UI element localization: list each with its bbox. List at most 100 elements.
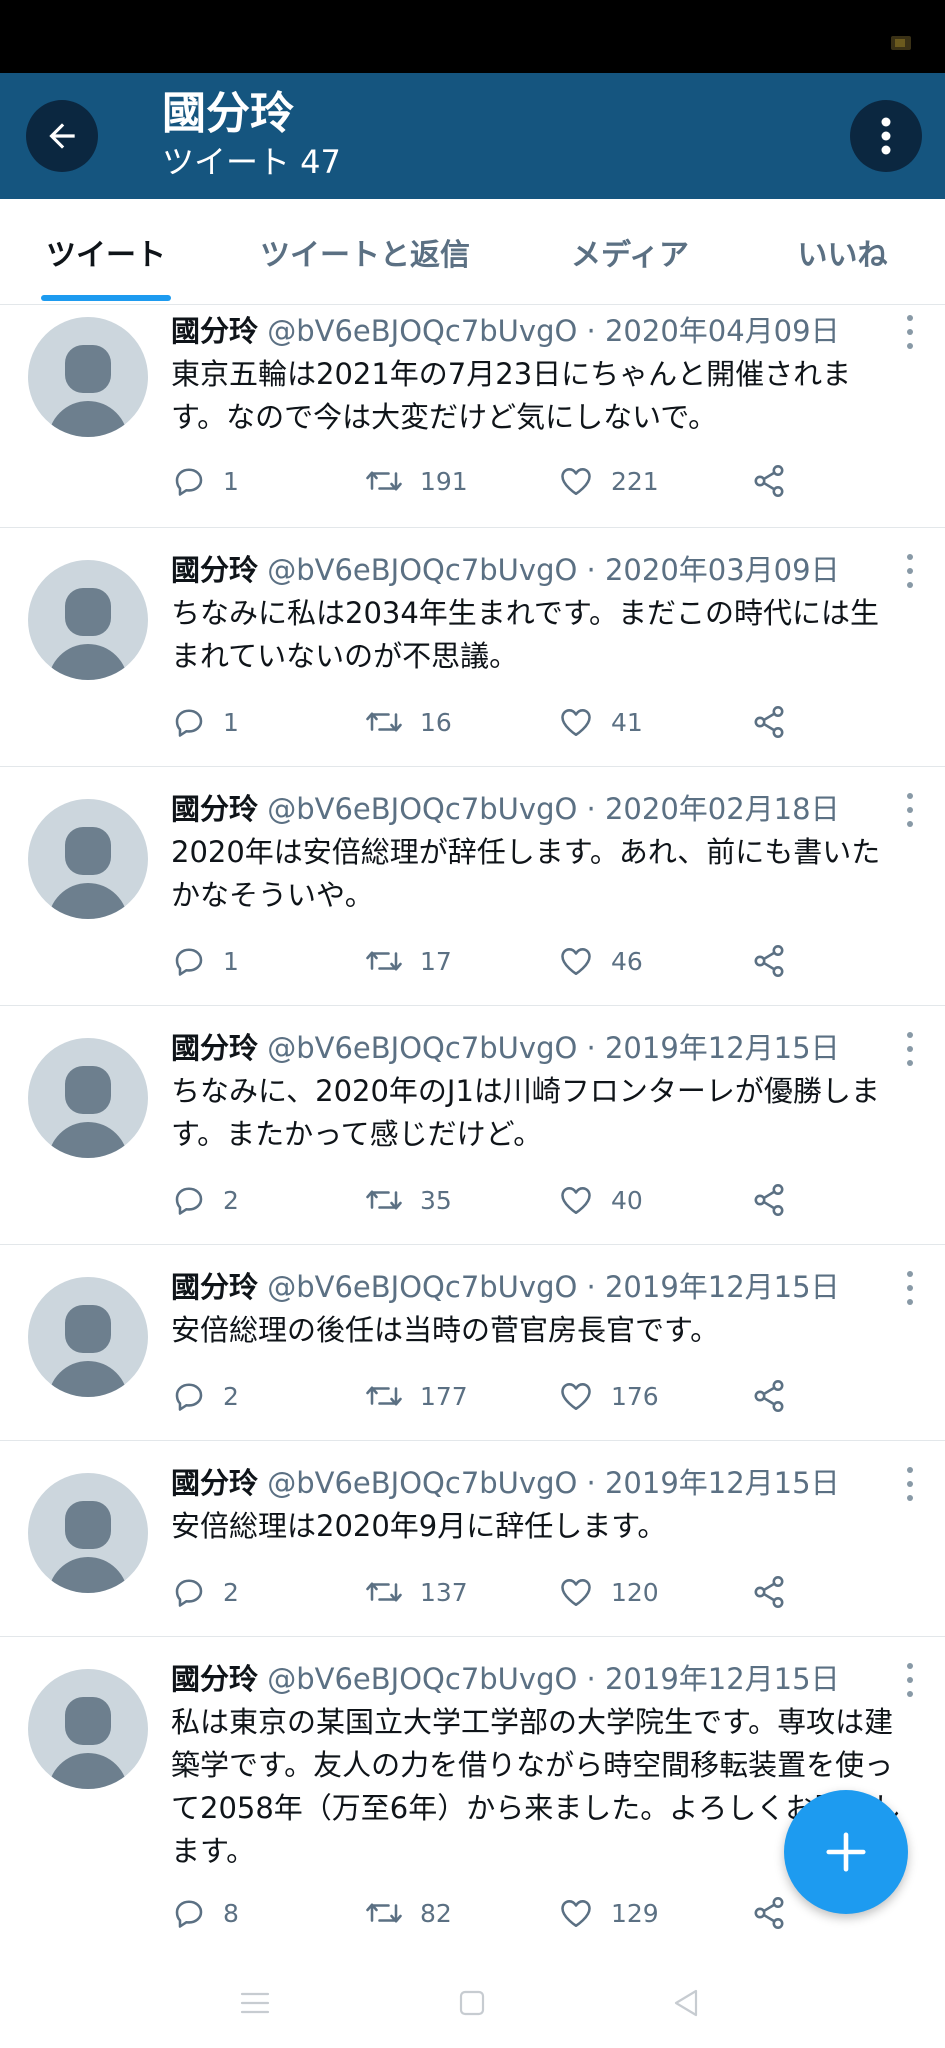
retweet-count: 191: [420, 466, 468, 496]
retweet-button[interactable]: 191: [364, 461, 468, 501]
tweet[interactable]: 國分玲 @bV6eBJOQc7bUvgO · 2019年12月15日 私は東京の…: [0, 1637, 945, 1965]
share-button[interactable]: [751, 461, 803, 501]
tweet-handle: @bV6eBJOQc7bUvgO: [267, 1662, 578, 1696]
tweet[interactable]: 國分玲 @bV6eBJOQc7bUvgO · 2020年03月09日 ちなみに私…: [0, 528, 945, 767]
avatar[interactable]: [28, 1038, 148, 1158]
reply-button[interactable]: 2: [171, 1572, 239, 1612]
reply-icon: [175, 1187, 203, 1215]
menu-icon: [240, 1992, 270, 2014]
tweet-actions: 2 137 120: [171, 1572, 821, 1612]
compose-tweet-button[interactable]: [784, 1790, 908, 1914]
avatar[interactable]: [28, 560, 148, 680]
like-count: 40: [611, 1185, 643, 1215]
like-button[interactable]: 46: [557, 941, 643, 981]
tweet-feed[interactable]: 國分玲 @bV6eBJOQc7bUvgO · 2020年04月09日 東京五輪は…: [0, 305, 945, 1965]
profile-tabs: ツイート ツイートと返信 メディア いいね: [0, 199, 945, 305]
tweet-handle: @bV6eBJOQc7bUvgO: [267, 792, 578, 826]
tweet-separator: ·: [586, 1662, 596, 1696]
like-count: 46: [611, 946, 643, 976]
tweet-date: 2020年02月18日: [604, 792, 840, 826]
tweet-author-name: 國分玲: [171, 553, 259, 587]
tweet-more-icon[interactable]: [905, 1467, 915, 1501]
reply-button[interactable]: 2: [171, 1376, 239, 1416]
home-button[interactable]: [452, 1983, 492, 2023]
reply-icon: [175, 709, 203, 737]
retweet-button[interactable]: 16: [364, 702, 452, 742]
tab-tweets[interactable]: ツイート: [41, 199, 171, 305]
tweet-more-icon[interactable]: [905, 315, 915, 349]
like-button[interactable]: 221: [557, 461, 659, 501]
reply-button[interactable]: 1: [171, 941, 239, 981]
like-button[interactable]: 120: [557, 1572, 659, 1612]
like-button[interactable]: 129: [557, 1893, 659, 1933]
tweet-date: 2020年03月09日: [604, 553, 840, 587]
retweet-count: 177: [420, 1381, 468, 1411]
avatar[interactable]: [28, 317, 148, 437]
reply-button[interactable]: 2: [171, 1180, 239, 1220]
tweet-separator: ·: [586, 1466, 596, 1500]
more-options-button[interactable]: [850, 100, 922, 172]
like-button[interactable]: 40: [557, 1180, 643, 1220]
like-count: 176: [611, 1381, 659, 1411]
share-icon: [754, 465, 784, 497]
system-back-button[interactable]: [666, 1983, 706, 2023]
tweet-header: 國分玲 @bV6eBJOQc7bUvgO · 2019年12月15日: [171, 1661, 840, 1697]
share-icon: [754, 1897, 784, 1929]
tab-likes[interactable]: いいね: [790, 199, 895, 305]
tweet-more-icon[interactable]: [905, 1663, 915, 1697]
retweet-icon: [366, 712, 402, 732]
retweet-button[interactable]: 35: [364, 1180, 452, 1220]
retweet-button[interactable]: 82: [364, 1893, 452, 1933]
tweet-author-name: 國分玲: [171, 792, 259, 826]
like-button[interactable]: 41: [557, 702, 643, 742]
share-button[interactable]: [751, 1180, 803, 1220]
tweet-separator: ·: [586, 1270, 596, 1304]
tweet-count: ツイート 47: [162, 143, 341, 181]
recent-apps-button[interactable]: [235, 1983, 275, 2023]
tweet-text: ちなみに、2020年のJ1は川崎フロンターレが優勝します。またかって感じだけど。: [171, 1074, 880, 1151]
profile-header: 國分玲 ツイート 47: [0, 73, 945, 199]
tweet[interactable]: 國分玲 @bV6eBJOQc7bUvgO · 2019年12月15日 安倍総理は…: [0, 1441, 945, 1637]
tweet-actions: 2 177 176: [171, 1376, 821, 1416]
retweet-button[interactable]: 137: [364, 1572, 468, 1612]
like-button[interactable]: 176: [557, 1376, 659, 1416]
tweet-more-icon[interactable]: [905, 1271, 915, 1305]
retweet-button[interactable]: 17: [364, 941, 452, 981]
tweet-more-icon[interactable]: [905, 554, 915, 588]
tweet-date: 2019年12月15日: [604, 1031, 840, 1065]
tab-media[interactable]: メディア: [560, 199, 700, 305]
reply-button[interactable]: 1: [171, 461, 239, 501]
tab-tweets-and-replies[interactable]: ツイートと返信: [240, 199, 490, 305]
tweet-more-icon[interactable]: [905, 1032, 915, 1066]
share-button[interactable]: [751, 941, 803, 981]
retweet-count: 35: [420, 1185, 452, 1215]
retweet-count: 82: [420, 1898, 452, 1928]
tweet-more-icon[interactable]: [905, 793, 915, 827]
share-button[interactable]: [751, 1572, 803, 1612]
back-button[interactable]: [26, 100, 98, 172]
reply-button[interactable]: 1: [171, 702, 239, 742]
tweet-actions: 8 82 129: [171, 1893, 821, 1933]
retweet-icon: [366, 1582, 402, 1602]
share-button[interactable]: [751, 702, 803, 742]
avatar[interactable]: [28, 1669, 148, 1789]
tweet-author-name: 國分玲: [171, 314, 259, 348]
share-button[interactable]: [751, 1376, 803, 1416]
share-button[interactable]: [751, 1893, 803, 1933]
like-count: 120: [611, 1577, 659, 1607]
retweet-icon: [366, 1903, 402, 1923]
tweet[interactable]: 國分玲 @bV6eBJOQc7bUvgO · 2019年12月15日 安倍総理の…: [0, 1245, 945, 1441]
avatar[interactable]: [28, 1277, 148, 1397]
tweet-text: 2020年は安倍総理が辞任します。あれ、前にも書いたかなそういや。: [171, 835, 881, 912]
reply-button[interactable]: 8: [171, 1893, 239, 1933]
tweet-handle: @bV6eBJOQc7bUvgO: [267, 553, 578, 587]
tweet[interactable]: 國分玲 @bV6eBJOQc7bUvgO · 2020年02月18日 2020年…: [0, 767, 945, 1006]
avatar[interactable]: [28, 1473, 148, 1593]
avatar[interactable]: [28, 799, 148, 919]
tweet[interactable]: 國分玲 @bV6eBJOQc7bUvgO · 2019年12月15日 ちなみに、…: [0, 1006, 945, 1245]
tweet-actions: 1 16 41: [171, 702, 821, 742]
tweet[interactable]: 國分玲 @bV6eBJOQc7bUvgO · 2020年04月09日 東京五輪は…: [0, 305, 945, 528]
retweet-icon: [366, 1386, 402, 1406]
share-icon: [754, 945, 784, 977]
retweet-button[interactable]: 177: [364, 1376, 468, 1416]
